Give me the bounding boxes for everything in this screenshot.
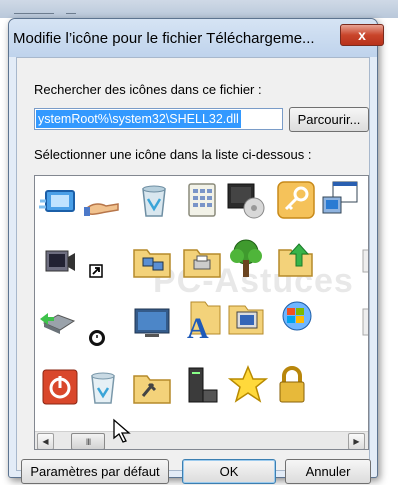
restore-defaults-label: Paramètres par défaut: [30, 464, 160, 479]
monitor-disc-icon[interactable]: [225, 179, 267, 221]
recycle-bin-empty-icon[interactable]: [82, 366, 124, 408]
folder-network-icon[interactable]: [131, 240, 173, 282]
speaker-computer-icon[interactable]: [38, 243, 80, 285]
desktop-monitor-icon[interactable]: [131, 301, 173, 343]
recycle-bin-full-icon[interactable]: [133, 179, 175, 221]
font-folder-icon[interactable]: A: [181, 298, 223, 340]
calculator-grid-icon[interactable]: [181, 179, 223, 221]
window-computer-icon[interactable]: [319, 179, 361, 221]
padlock-icon[interactable]: [271, 364, 313, 406]
partial-icon[interactable]: [359, 240, 368, 282]
ok-button-label: OK: [219, 464, 239, 479]
horizontal-scrollbar[interactable]: ◀ III ▶: [35, 431, 368, 449]
usb-drive-icon[interactable]: [38, 301, 80, 343]
scroll-left-arrow-icon[interactable]: ◀: [37, 433, 54, 449]
search-icons-label: Rechercher des icônes dans ce fichier :: [34, 82, 262, 97]
background-divider: [14, 13, 54, 14]
windows-globe-icon[interactable]: [275, 296, 317, 338]
sharing-hand-icon[interactable]: [82, 181, 124, 223]
svg-text:A: A: [187, 312, 209, 340]
tree-icon[interactable]: [225, 238, 267, 280]
display-properties-icon[interactable]: [38, 181, 80, 223]
file-path-value: ystemRoot%\system32\SHELL32.dll: [36, 110, 241, 128]
folder-upload-icon[interactable]: [275, 238, 317, 280]
browse-button-label: Parcourir...: [297, 112, 361, 127]
partial-icon[interactable]: [359, 301, 368, 343]
cancel-button-label: Annuler: [305, 464, 351, 479]
dialog-body: Rechercher des icônes dans ce fichier : …: [16, 57, 371, 484]
star-icon[interactable]: [227, 364, 269, 406]
cancel-button[interactable]: Annuler: [285, 459, 371, 484]
scroll-right-arrow-icon[interactable]: ▶: [348, 433, 365, 449]
scroll-thumb[interactable]: III: [71, 433, 105, 449]
dialog-titlebar[interactable]: Modifie l’icône pour le fichier Téléchar…: [9, 19, 377, 57]
power-button-icon[interactable]: [38, 366, 80, 408]
mouse-pointer-icon: [112, 418, 132, 449]
scroll-thumb-grip: III: [85, 436, 91, 447]
change-icon-dialog: Modifie l’icône pour le fichier Téléchar…: [8, 18, 384, 484]
server-icon[interactable]: [181, 364, 223, 406]
ok-button[interactable]: OK: [182, 459, 276, 484]
close-icon: x: [358, 27, 366, 43]
dialog-title: Modifie l’icône pour le fichier Téléchar…: [13, 30, 315, 47]
partial-icon[interactable]: [359, 366, 368, 408]
browse-button[interactable]: Parcourir...: [289, 107, 369, 132]
file-path-input[interactable]: ystemRoot%\system32\SHELL32.dll: [34, 108, 283, 130]
key-icon[interactable]: [275, 179, 317, 221]
background-divider: [66, 13, 76, 14]
restore-defaults-button[interactable]: Paramètres par défaut: [21, 459, 169, 484]
icon-list[interactable]: PC-Astuces A ◀ III ▶: [34, 175, 369, 450]
shortcut-arrow-icon[interactable]: [82, 243, 124, 285]
select-icon-label: Sélectionner une icône dans la liste ci-…: [34, 147, 312, 162]
folder-printer-icon[interactable]: [181, 240, 223, 282]
background-window-strip: [0, 0, 398, 18]
close-button[interactable]: x: [340, 24, 384, 46]
folder-tools-icon[interactable]: [131, 366, 173, 408]
computer-monitor-icon[interactable]: [225, 298, 267, 340]
clock-badge-icon[interactable]: [82, 312, 124, 354]
